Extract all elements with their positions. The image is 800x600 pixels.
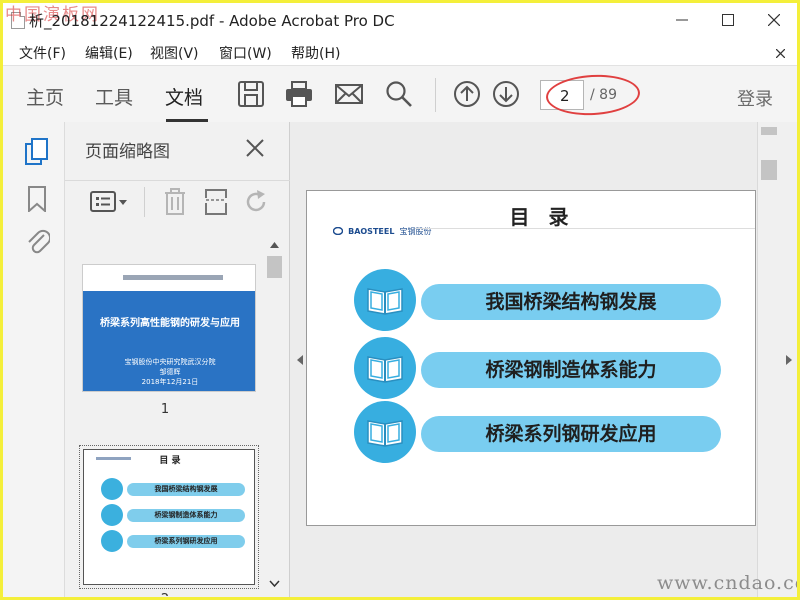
next-page-icon	[493, 81, 519, 107]
maximize-icon	[722, 14, 734, 26]
main-toolbar: 主页 工具 文档 2 / 89 登录	[3, 65, 797, 123]
scrollbar-thumb[interactable]	[761, 160, 777, 180]
toc-item-label: 我国桥梁结构钢发展	[421, 284, 721, 320]
menu-bar: 文件(F) 编辑(E) 视图(V) 窗口(W) 帮助(H)	[3, 39, 797, 63]
book-icon	[367, 288, 403, 315]
thumbnails-scrollbar[interactable]	[265, 234, 284, 596]
scrollbar-thumb[interactable]	[267, 256, 282, 278]
book-icon-badge	[354, 269, 416, 331]
list-options-icon	[90, 191, 127, 212]
rotate-icon	[246, 190, 266, 212]
maximize-button[interactable]	[705, 3, 751, 37]
prev-page-icon	[454, 81, 480, 107]
minimize-button[interactable]	[659, 3, 705, 37]
thumbnail-toc-title: 目 录	[159, 456, 181, 466]
title-bar: 中国演板网 析_20181224122415.pdf - Adobe Acrob…	[3, 3, 797, 37]
menu-help[interactable]: 帮助(H)	[291, 43, 340, 63]
rotate-page-button[interactable]	[243, 189, 269, 219]
right-column	[757, 122, 797, 597]
thumbnail-cover-line: 2018年12月21日	[141, 378, 199, 386]
email-icon	[335, 84, 363, 104]
tab-document[interactable]: 文档	[165, 83, 203, 110]
document-scrollbar[interactable]	[757, 122, 780, 597]
save-icon	[238, 81, 264, 107]
left-navigation-rail	[3, 122, 65, 597]
page-thumbnails-button[interactable]	[25, 138, 49, 170]
book-icon	[367, 420, 403, 447]
minimize-icon	[676, 19, 688, 21]
toc-item-label: 桥梁系列钢研发应用	[421, 416, 721, 452]
book-icon-badge	[354, 401, 416, 463]
find-button[interactable]	[385, 80, 413, 112]
baosteel-logo-icon	[332, 226, 344, 236]
thumbnail-cover-line: 邹德辉	[159, 368, 181, 376]
toolbar-divider	[435, 78, 436, 112]
options-menu-button[interactable]	[90, 191, 130, 217]
attachments-button[interactable]	[26, 227, 52, 259]
thumbnail-header	[83, 265, 255, 291]
close-window-button[interactable]	[751, 3, 797, 37]
window-title: 析_20181224122415.pdf - Adobe Acrobat Pro…	[29, 12, 395, 30]
tab-home[interactable]: 主页	[26, 83, 64, 110]
panel-title: 页面缩略图	[85, 142, 170, 162]
thumbnail-cover-line: 宝钢股份中央研究院武汉分院	[124, 358, 216, 366]
toc-item-2: 桥梁钢制造体系能力	[354, 337, 724, 401]
sign-in-button[interactable]: 登录	[737, 85, 773, 111]
paperclip-icon	[28, 229, 52, 254]
document-viewer: BAOSTEEL 宝钢股份 目 录 我国桥梁结构钢发展 桥梁钢制造体系能力 桥梁…	[290, 122, 757, 597]
pdf-page: BAOSTEEL 宝钢股份 目 录 我国桥梁结构钢发展 桥梁钢制造体系能力 桥梁…	[306, 190, 756, 526]
close-document-button[interactable]	[775, 43, 786, 62]
menu-window[interactable]: 窗口(W)	[219, 43, 272, 63]
email-button[interactable]	[334, 80, 364, 112]
close-icon	[246, 139, 264, 157]
page-thumbnail-2[interactable]: 目 录 我国桥梁结构钢发展 桥梁钢制造体系能力 桥梁系列钢研发应用	[83, 449, 255, 585]
bookmarks-button[interactable]	[28, 186, 46, 216]
menu-view[interactable]: 视图(V)	[150, 43, 199, 63]
close-icon	[768, 14, 780, 26]
delete-page-button[interactable]	[163, 188, 187, 220]
collapse-left-icon[interactable]	[295, 354, 305, 366]
page-thumbnail-1[interactable]: 桥梁系列高性能钢的研发与应用 宝钢股份中央研究院武汉分院 邹德辉 2018年12…	[82, 264, 256, 392]
thumbnail-page-number: 2	[65, 592, 265, 596]
thumbnail-toc-item: 桥梁系列钢研发应用	[101, 530, 246, 552]
thumbnail-cover: 桥梁系列高性能钢的研发与应用 宝钢股份中央研究院武汉分院 邹德辉 2018年12…	[83, 291, 255, 391]
search-icon	[386, 81, 412, 107]
thumbnail-toc-item: 我国桥梁结构钢发展	[101, 478, 246, 500]
thumbnail-toc-item: 桥梁钢制造体系能力	[101, 504, 246, 526]
thumbnails-list: 桥梁系列高性能钢的研发与应用 宝钢股份中央研究院武汉分院 邹德辉 2018年12…	[65, 234, 265, 596]
book-icon	[367, 356, 403, 383]
previous-page-button[interactable]	[453, 80, 481, 112]
toc-item-3: 桥梁系列钢研发应用	[354, 401, 724, 465]
print-button[interactable]	[284, 80, 314, 112]
close-icon	[775, 48, 786, 59]
page-thumbnails-panel: 页面缩略图 桥梁系列高性能钢的研发与应用 宝钢股份中央研究院武汉分院 邹德辉 2…	[65, 122, 290, 597]
print-icon	[286, 81, 312, 107]
close-panel-button[interactable]	[246, 139, 264, 161]
scrollbar-top-cap	[761, 127, 777, 135]
tab-tools[interactable]: 工具	[95, 83, 133, 110]
extract-page-button[interactable]	[203, 188, 229, 220]
acrobat-window: 中国演板网 析_20181224122415.pdf - Adobe Acrob…	[3, 3, 797, 597]
menu-file[interactable]: 文件(F)	[19, 43, 66, 63]
thumbnail-cover-title: 桥梁系列高性能钢的研发与应用	[100, 318, 240, 329]
toc-item-1: 我国桥梁结构钢发展	[354, 269, 724, 333]
crop-extract-icon	[205, 189, 227, 215]
scroll-up-icon	[270, 242, 279, 248]
bookmark-icon	[28, 186, 46, 214]
scroll-down-icon	[269, 580, 280, 588]
expand-right-icon[interactable]	[784, 354, 794, 366]
thumbnail-page-number: 1	[160, 402, 170, 417]
toc-title: 目 录	[509, 205, 575, 229]
watermark-bottom: www.cndao.com	[657, 572, 797, 594]
panel-toolbar	[65, 180, 290, 221]
menu-edit[interactable]: 编辑(E)	[85, 43, 133, 63]
save-button[interactable]	[237, 80, 265, 112]
page-thumbnails-icon	[25, 138, 48, 165]
toc-item-label: 桥梁钢制造体系能力	[421, 352, 721, 388]
trash-icon	[165, 188, 185, 215]
panel-toolbar-divider	[144, 187, 145, 217]
book-icon-badge	[354, 337, 416, 399]
next-page-button[interactable]	[492, 80, 520, 112]
